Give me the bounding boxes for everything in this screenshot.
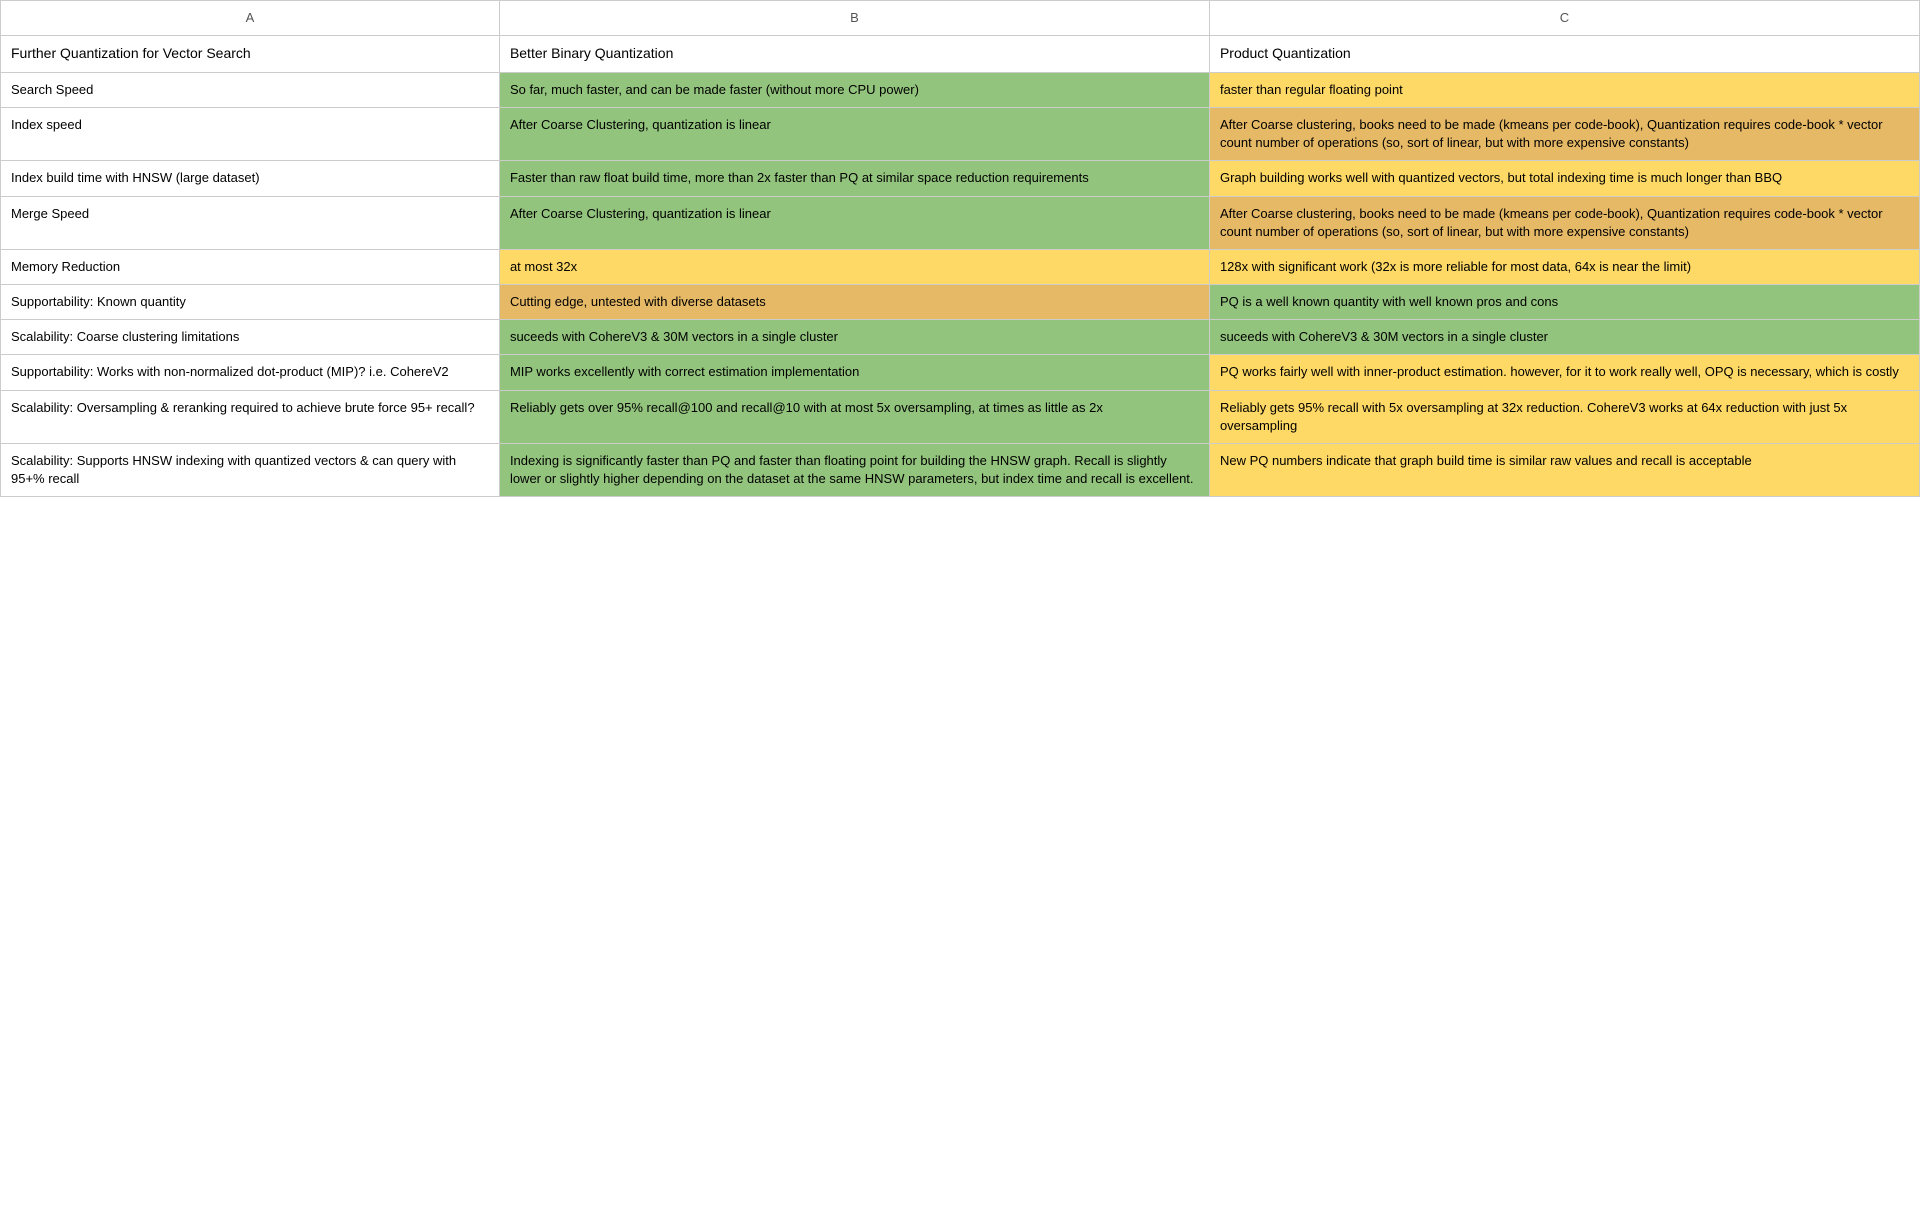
table-title-b: Better Binary Quantization <box>499 36 1209 73</box>
row-c-search-speed: faster than regular floating point <box>1209 72 1919 107</box>
col-header-c: C <box>1209 1 1919 36</box>
row-c-index-speed: After Coarse clustering, books need to b… <box>1209 107 1919 160</box>
row-c-scalability-hnsw: New PQ numbers indicate that graph build… <box>1209 444 1919 497</box>
table-row: Index build time with HNSW (large datase… <box>1 161 1920 196</box>
row-b-scalability-coarse: suceeds with CohereV3 & 30M vectors in a… <box>499 320 1209 355</box>
table-row: Supportability: Known quantityCutting ed… <box>1 285 1920 320</box>
row-b-scalability-oversampling: Reliably gets over 95% recall@100 and re… <box>499 390 1209 443</box>
row-c-scalability-coarse: suceeds with CohereV3 & 30M vectors in a… <box>1209 320 1919 355</box>
row-b-supportability-mip: MIP works excellently with correct estim… <box>499 355 1209 390</box>
row-b-supportability-known: Cutting edge, untested with diverse data… <box>499 285 1209 320</box>
col-header-a: A <box>1 1 500 36</box>
table-row: Merge SpeedAfter Coarse Clustering, quan… <box>1 196 1920 249</box>
row-b-scalability-hnsw: Indexing is significantly faster than PQ… <box>499 444 1209 497</box>
col-header-b: B <box>499 1 1209 36</box>
table-row: Supportability: Works with non-normalize… <box>1 355 1920 390</box>
row-b-index-build-time: Faster than raw float build time, more t… <box>499 161 1209 196</box>
row-c-index-build-time: Graph building works well with quantized… <box>1209 161 1919 196</box>
row-c-supportability-known: PQ is a well known quantity with well kn… <box>1209 285 1919 320</box>
row-label-scalability-hnsw: Scalability: Supports HNSW indexing with… <box>1 444 500 497</box>
row-label-merge-speed: Merge Speed <box>1 196 500 249</box>
row-label-index-speed: Index speed <box>1 107 500 160</box>
row-c-supportability-mip: PQ works fairly well with inner-product … <box>1209 355 1919 390</box>
table-row: Scalability: Coarse clustering limitatio… <box>1 320 1920 355</box>
table-row: Scalability: Oversampling & reranking re… <box>1 390 1920 443</box>
row-label-supportability-known: Supportability: Known quantity <box>1 285 500 320</box>
table-row: Memory Reductionat most 32x128x with sig… <box>1 249 1920 284</box>
table-row: Scalability: Supports HNSW indexing with… <box>1 444 1920 497</box>
row-label-scalability-coarse: Scalability: Coarse clustering limitatio… <box>1 320 500 355</box>
row-c-scalability-oversampling: Reliably gets 95% recall with 5x oversam… <box>1209 390 1919 443</box>
row-label-scalability-oversampling: Scalability: Oversampling & reranking re… <box>1 390 500 443</box>
row-b-index-speed: After Coarse Clustering, quantization is… <box>499 107 1209 160</box>
row-label-index-build-time: Index build time with HNSW (large datase… <box>1 161 500 196</box>
table-title-a: Further Quantization for Vector Search <box>1 36 500 73</box>
row-c-merge-speed: After Coarse clustering, books need to b… <box>1209 196 1919 249</box>
table-title-c: Product Quantization <box>1209 36 1919 73</box>
table-row: Search SpeedSo far, much faster, and can… <box>1 72 1920 107</box>
row-label-supportability-mip: Supportability: Works with non-normalize… <box>1 355 500 390</box>
row-b-memory-reduction: at most 32x <box>499 249 1209 284</box>
row-b-search-speed: So far, much faster, and can be made fas… <box>499 72 1209 107</box>
row-label-memory-reduction: Memory Reduction <box>1 249 500 284</box>
row-b-merge-speed: After Coarse Clustering, quantization is… <box>499 196 1209 249</box>
row-c-memory-reduction: 128x with significant work (32x is more … <box>1209 249 1919 284</box>
row-label-search-speed: Search Speed <box>1 72 500 107</box>
table-row: Index speedAfter Coarse Clustering, quan… <box>1 107 1920 160</box>
